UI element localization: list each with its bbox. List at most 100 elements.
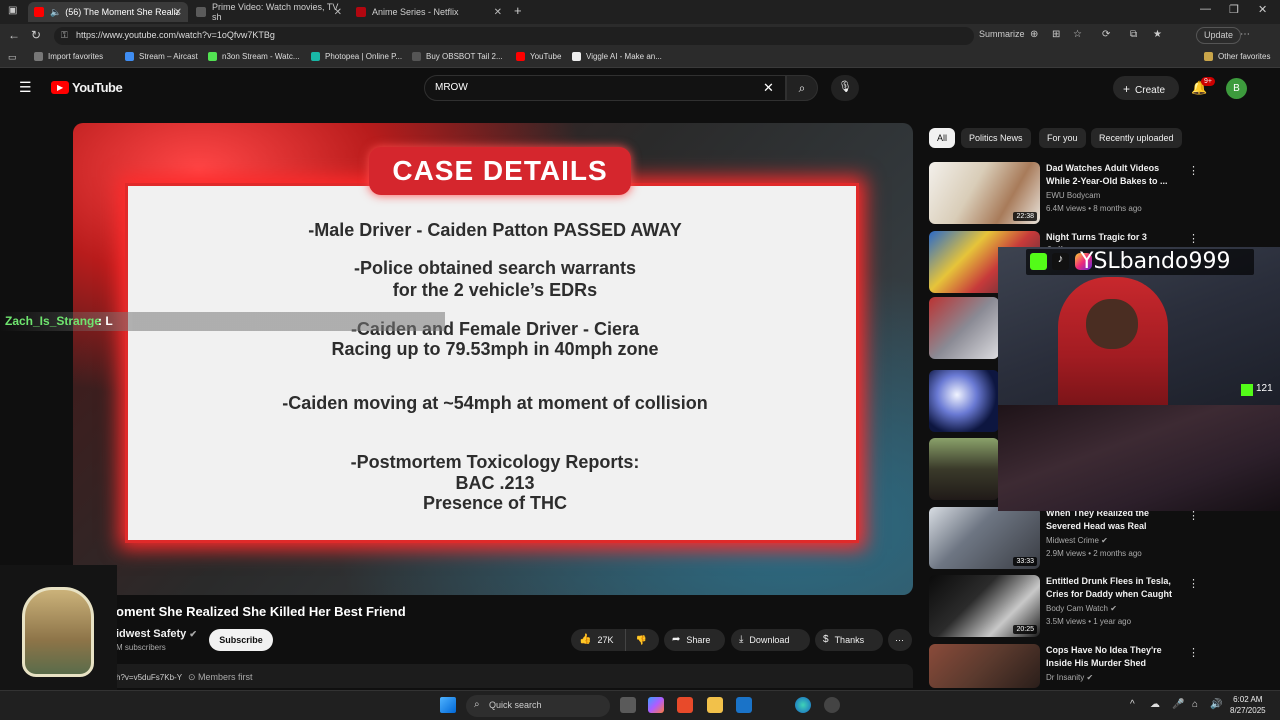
dislike-icon[interactable]: 👎 bbox=[625, 629, 647, 651]
download-button[interactable]: ⤓ Download bbox=[731, 629, 810, 651]
related-title[interactable]: Cops Have No Idea They're Inside His Mur… bbox=[1046, 644, 1176, 670]
like-icon[interactable]: 👍 bbox=[579, 629, 591, 651]
windows-start-icon[interactable] bbox=[440, 697, 456, 713]
related-title[interactable]: Entitled Drunk Flees in Tesla, Cries for… bbox=[1046, 575, 1176, 601]
search-icon: ⌕ bbox=[798, 81, 806, 95]
like-count[interactable]: 27K bbox=[597, 629, 613, 651]
related-channel[interactable]: Midwest Crime ✔ bbox=[1046, 536, 1108, 545]
download-icon: ⤓ bbox=[739, 634, 744, 645]
related-thumbnail[interactable]: 33:33 bbox=[929, 507, 1040, 569]
tab-actions-icon[interactable]: ▣ bbox=[8, 5, 17, 16]
bookmarks-menu-icon[interactable]: ▭ bbox=[8, 52, 17, 63]
voice-search-icon[interactable]: 🎙 bbox=[831, 75, 859, 101]
youtube-logo-text[interactable]: YouTube bbox=[72, 80, 123, 95]
verified-icon: ✔ bbox=[1101, 536, 1108, 545]
apps-icon[interactable]: ⊞ bbox=[1052, 29, 1060, 40]
bookmark-n3on[interactable]: n3on Stream - Watc... bbox=[208, 52, 300, 61]
speaker-icon[interactable]: 🔈 bbox=[50, 7, 61, 18]
subscribe-button[interactable]: Subscribe bbox=[209, 629, 273, 651]
collections-icon[interactable]: ★ bbox=[1153, 29, 1162, 40]
related-thumbnail[interactable]: 20:25 bbox=[929, 575, 1040, 637]
video-player[interactable]: -Male Driver - Caiden Patton PASSED AWAY… bbox=[73, 123, 913, 595]
minimize-icon[interactable]: — bbox=[1200, 3, 1211, 15]
thanks-label: Thanks bbox=[834, 635, 865, 645]
related-thumbnail[interactable] bbox=[929, 370, 999, 432]
close-window-icon[interactable]: ✕ bbox=[1258, 3, 1267, 16]
back-icon[interactable]: ← bbox=[8, 28, 20, 42]
close-tab-icon[interactable]: ✕ bbox=[334, 7, 342, 18]
related-channel[interactable]: Body Cam Watch ✔ bbox=[1046, 604, 1117, 613]
refresh-extension-icon[interactable]: ⟳ bbox=[1102, 29, 1110, 40]
site-info-icon[interactable]: ⚿ bbox=[61, 30, 68, 41]
clear-search-icon[interactable]: ✕ bbox=[763, 80, 774, 96]
menu-icon[interactable]: ☰ bbox=[19, 79, 32, 96]
related-thumbnail[interactable] bbox=[929, 644, 1040, 688]
related-thumbnail[interactable] bbox=[929, 297, 999, 359]
related-channel[interactable]: EWU Bodycam bbox=[1046, 191, 1100, 200]
video-duration: 22:38 bbox=[1013, 212, 1037, 221]
copilot-taskbar-icon[interactable] bbox=[648, 697, 664, 713]
youtube-logo-icon[interactable]: ▶ bbox=[51, 81, 69, 94]
taskbar-clock[interactable]: 6:02 AM 8/27/2025 bbox=[1230, 694, 1266, 716]
bookmark-youtube[interactable]: YouTube bbox=[516, 52, 561, 61]
chip-all[interactable]: All bbox=[929, 128, 956, 148]
verified-icon: ✔ bbox=[1110, 604, 1117, 613]
tab-netflix[interactable]: Anime Series - Netflix ✕ bbox=[350, 2, 508, 22]
chip-recently-uploaded[interactable]: Recently uploaded bbox=[1091, 128, 1182, 148]
related-menu-icon[interactable]: ⋮ bbox=[1188, 646, 1199, 659]
favorite-star-icon[interactable]: ☆ bbox=[1073, 29, 1082, 40]
share-button[interactable]: ➦ Share bbox=[664, 629, 725, 651]
related-thumbnail[interactable]: 22:38 bbox=[929, 162, 1040, 224]
related-menu-icon[interactable]: ⋮ bbox=[1188, 232, 1199, 245]
outlook-icon[interactable] bbox=[736, 697, 752, 713]
related-thumbnail[interactable] bbox=[929, 438, 999, 500]
tab-label: (56) The Moment She Realiz bbox=[65, 7, 181, 17]
maximize-icon[interactable]: ❐ bbox=[1229, 3, 1239, 16]
bookmark-aircast[interactable]: Stream – Aircast bbox=[125, 52, 198, 61]
microphone-icon[interactable]: 🎤 bbox=[1172, 699, 1184, 710]
onedrive-icon[interactable]: ☁ bbox=[1150, 699, 1160, 710]
url-field[interactable]: ⚿ https://www.youtube.com/watch?v=1oQfvw… bbox=[54, 27, 974, 45]
related-menu-icon[interactable]: ⋮ bbox=[1188, 577, 1199, 590]
other-favorites[interactable]: Other favorites bbox=[1204, 52, 1270, 61]
tab-youtube[interactable]: 🔈 (56) The Moment She Realiz ✕ bbox=[28, 2, 188, 22]
search-button[interactable]: ⌕ bbox=[786, 75, 818, 101]
taskbar-search[interactable]: ⌕ Quick search bbox=[466, 695, 610, 717]
related-title[interactable]: Dad Watches Adult Videos While 2-Year-Ol… bbox=[1046, 162, 1176, 188]
more-icon[interactable]: ⋯ bbox=[1240, 29, 1250, 40]
channel-name[interactable]: idwest Safety ✔ bbox=[116, 628, 197, 640]
refresh-icon[interactable]: ↻ bbox=[31, 28, 41, 42]
tab-prime-video[interactable]: Prime Video: Watch movies, TV sh ✕ bbox=[190, 2, 348, 22]
update-button[interactable]: Update bbox=[1196, 27, 1242, 44]
bookmark-viggle[interactable]: Viggle AI - Make an... bbox=[572, 52, 662, 61]
more-actions-icon[interactable]: ⋯ bbox=[888, 629, 912, 651]
volume-icon[interactable]: 🔊 bbox=[1210, 699, 1222, 710]
create-button[interactable]: + Create bbox=[1113, 76, 1179, 100]
settings-app-icon[interactable] bbox=[824, 697, 840, 713]
task-view-icon[interactable] bbox=[620, 697, 636, 713]
network-icon[interactable]: ⌂ bbox=[1192, 699, 1198, 710]
new-tab-icon[interactable]: + bbox=[514, 3, 522, 18]
folder-icon bbox=[1204, 52, 1213, 61]
summarize-button[interactable]: Summarize bbox=[979, 29, 1025, 39]
bookmark-obsbot[interactable]: Buy OBSBOT Tail 2... bbox=[412, 52, 503, 61]
channel-label: Body Cam Watch bbox=[1046, 604, 1108, 613]
related-channel[interactable]: Dr Insanity ✔ bbox=[1046, 673, 1093, 682]
split-screen-icon[interactable]: ⧉ bbox=[1130, 29, 1137, 40]
office-icon[interactable] bbox=[677, 697, 693, 713]
thanks-button[interactable]: $ Thanks bbox=[815, 629, 883, 651]
file-explorer-icon[interactable] bbox=[707, 697, 723, 713]
related-menu-icon[interactable]: ⋮ bbox=[1188, 164, 1199, 177]
close-tab-icon[interactable]: ✕ bbox=[174, 7, 182, 18]
user-avatar[interactable]: B bbox=[1226, 78, 1247, 99]
close-tab-icon[interactable]: ✕ bbox=[494, 7, 502, 18]
show-hidden-icons[interactable]: ^ bbox=[1130, 699, 1135, 710]
edge-icon[interactable] bbox=[795, 697, 811, 713]
bookmark-photopea[interactable]: Photopea | Online P... bbox=[311, 52, 402, 61]
related-meta: 2.9M views • 2 months ago bbox=[1046, 549, 1142, 558]
chip-politics-news[interactable]: Politics News bbox=[961, 128, 1031, 148]
bookmark-import[interactable]: Import favorites bbox=[34, 52, 103, 61]
chip-for-you[interactable]: For you bbox=[1039, 128, 1086, 148]
search-input[interactable]: MROW ✕ bbox=[424, 75, 786, 101]
extension-icon[interactable]: ⊕ bbox=[1030, 29, 1038, 40]
